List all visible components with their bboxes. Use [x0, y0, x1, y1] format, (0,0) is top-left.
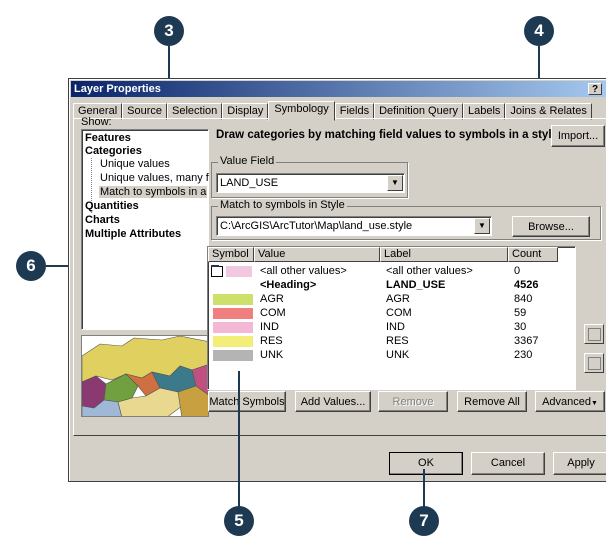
table-row[interactable]: COM COM 59: [208, 307, 568, 321]
menu-arrow-icon: ▼: [591, 400, 598, 407]
callout-5-leader: [238, 371, 240, 509]
callout-3: 3: [154, 16, 184, 46]
cell-label: RES: [386, 335, 409, 347]
table-row[interactable]: <all other values> <all other values> 0: [208, 265, 568, 279]
style-group-label: Match to symbols in Style: [218, 199, 347, 211]
symbol-swatch[interactable]: [213, 322, 253, 333]
show-tree: Features Categories Unique values Unique…: [81, 129, 209, 330]
value-field-dropdown[interactable]: LAND_USE ▼: [216, 173, 405, 193]
ok-button[interactable]: OK: [389, 452, 463, 475]
symbol-swatch[interactable]: [213, 350, 253, 361]
preview-map: [81, 335, 209, 417]
tree-unique-values[interactable]: Unique values: [100, 158, 170, 170]
symbology-description: Draw categories by matching field values…: [216, 129, 562, 141]
cell-count: 59: [514, 307, 527, 319]
add-values-button[interactable]: Add Values...: [295, 391, 371, 412]
cell-label: COM: [386, 307, 412, 319]
callout-7: 7: [409, 506, 439, 536]
match-symbols-button[interactable]: Match Symbols: [208, 391, 286, 412]
style-path-dropdown[interactable]: C:\ArcGIS\ArcTutor\Map\land_use.style ▼: [216, 216, 492, 236]
tree-match-to-symbols[interactable]: Match to symbols in a: [99, 186, 208, 198]
cell-label: UNK: [386, 349, 410, 361]
table-row[interactable]: IND IND 30: [208, 321, 568, 335]
move-up-button[interactable]: [584, 324, 604, 344]
tree-charts[interactable]: Charts: [85, 214, 120, 226]
symbol-swatch[interactable]: [213, 294, 253, 305]
row-checkbox[interactable]: [211, 266, 223, 277]
style-path-value: C:\ArcGIS\ArcTutor\Map\land_use.style: [220, 220, 413, 232]
layer-properties-dialog: Layer Properties ? General Source Select…: [68, 78, 606, 482]
cell-count: 840: [514, 293, 533, 305]
tree-unique-values-many[interactable]: Unique values, many f: [100, 172, 209, 184]
column-header-label[interactable]: Label: [380, 247, 508, 262]
remove-button[interactable]: Remove: [378, 391, 448, 412]
callout-number: 3: [164, 21, 174, 40]
tree-categories[interactable]: Categories: [85, 145, 142, 157]
callout-number: 5: [234, 511, 244, 530]
cell-count: 230: [514, 349, 533, 361]
cell-value: AGR: [260, 293, 284, 305]
symbol-swatch[interactable]: [213, 336, 253, 347]
cell-count: 30: [514, 321, 527, 333]
table-row[interactable]: UNK UNK 230: [208, 349, 568, 363]
advanced-button[interactable]: Advanced▼: [535, 391, 605, 412]
column-header-count[interactable]: Count: [508, 247, 558, 262]
import-button[interactable]: Import...: [551, 125, 605, 147]
window-title: Layer Properties: [74, 83, 161, 95]
tree-quantities[interactable]: Quantities: [85, 200, 139, 212]
cell-count: 3367: [514, 335, 539, 347]
callout-number: 4: [534, 21, 544, 40]
cell-label: AGR: [386, 293, 410, 305]
cell-label: IND: [386, 321, 405, 333]
table-row[interactable]: <Heading> LAND_USE 4526: [208, 279, 568, 293]
cell-value: IND: [260, 321, 279, 333]
dropdown-arrow-icon[interactable]: ▼: [474, 218, 490, 234]
tree-multiple-attributes[interactable]: Multiple Attributes: [85, 228, 181, 240]
cell-value: RES: [260, 335, 283, 347]
map-image: [82, 336, 208, 416]
tree-features[interactable]: Features: [85, 132, 131, 144]
callout-6-tip: [211, 265, 219, 267]
cell-value: COM: [260, 307, 286, 319]
callout-4: 4: [524, 16, 554, 46]
cancel-button[interactable]: Cancel: [471, 452, 545, 475]
move-down-button[interactable]: [584, 353, 604, 373]
value-field-label: Value Field: [218, 155, 277, 167]
table-row[interactable]: RES RES 3367: [208, 335, 568, 349]
value-field-value: LAND_USE: [220, 177, 279, 189]
remove-all-button[interactable]: Remove All: [457, 391, 527, 412]
tab-symbology[interactable]: Symbology: [268, 101, 335, 121]
symbol-swatch[interactable]: [226, 266, 252, 277]
callout-6: 6: [16, 251, 46, 281]
tab-strip: General Source Selection Display Symbolo…: [73, 101, 592, 121]
callout-7-leader: [423, 469, 425, 509]
column-header-symbol[interactable]: Symbol: [208, 247, 254, 262]
show-label: Show:: [81, 116, 112, 128]
advanced-label: Advanced: [542, 396, 591, 408]
callout-number: 7: [419, 511, 429, 530]
cell-value: <Heading>: [260, 279, 317, 291]
symbology-panel: Show: Features Categories Unique values …: [73, 116, 606, 436]
cell-label: <all other values>: [386, 265, 473, 277]
callout-number: 6: [26, 256, 36, 275]
cell-label: LAND_USE: [386, 279, 446, 291]
cell-count: 0: [514, 265, 521, 277]
callout-5: 5: [224, 506, 254, 536]
help-button[interactable]: ?: [588, 83, 602, 95]
cell-count: 4526: [514, 279, 539, 291]
cell-value: UNK: [260, 349, 284, 361]
categories-list: Symbol Value Label Count <all other valu…: [207, 246, 576, 390]
dropdown-arrow-icon[interactable]: ▼: [387, 175, 403, 191]
browse-button[interactable]: Browse...: [512, 216, 590, 237]
title-bar: Layer Properties ?: [71, 81, 606, 97]
cell-value: <all other values>: [260, 265, 347, 277]
apply-button[interactable]: Apply: [553, 452, 606, 475]
table-row[interactable]: AGR AGR 840: [208, 293, 568, 307]
column-header-value[interactable]: Value: [254, 247, 380, 262]
symbol-swatch[interactable]: [213, 308, 253, 319]
